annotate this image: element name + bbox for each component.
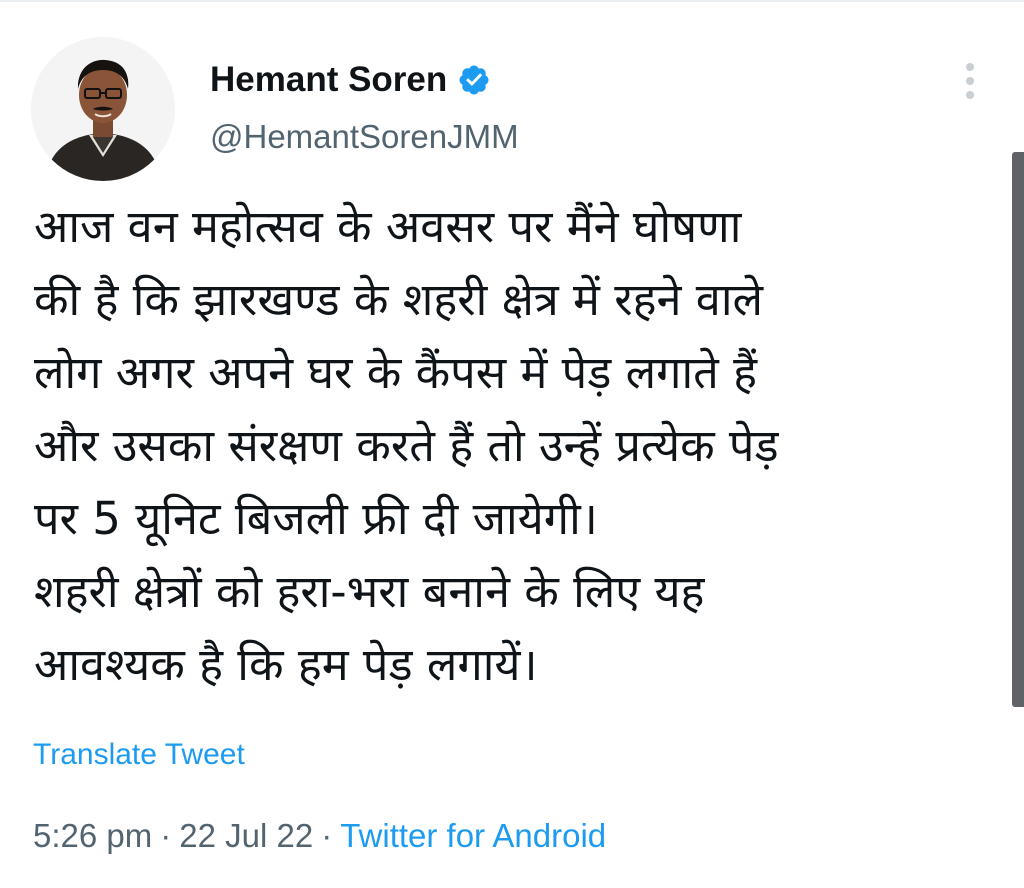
tweet-text-line: शहरी क्षेत्रों को हरा-भरा बनाने के लिए य… — [34, 565, 705, 618]
tweet-metadata: 5:26 pm · 22 Jul 22 · Twitter for Android — [33, 817, 606, 855]
meta-separator: · — [321, 817, 333, 854]
tweet-source-link[interactable]: Twitter for Android — [340, 817, 606, 854]
tweet-text-line: की है कि झारखण्ड के शहरी क्षेत्र में रहन… — [34, 273, 763, 326]
top-divider — [0, 0, 1024, 2]
author-handle[interactable]: @HemantSorenJMM — [210, 118, 519, 156]
tweet-text-line: और उसका संरक्षण करते हैं तो उन्हें प्रत्… — [34, 419, 779, 472]
tweet-time[interactable]: 5:26 pm — [33, 817, 152, 854]
avatar[interactable] — [31, 37, 175, 181]
author-display-name[interactable]: Hemant Soren — [210, 60, 447, 100]
verified-badge-icon — [457, 63, 491, 97]
tweet-text-line: आवश्यक है कि हम पेड़ लगायें। — [34, 638, 538, 691]
tweet-text-line: लोग अगर अपने घर के कैंपस में पेड़ लगाते … — [34, 346, 757, 399]
author-name-row[interactable]: Hemant Soren — [210, 58, 491, 102]
translate-tweet-link[interactable]: Translate Tweet — [33, 738, 245, 772]
avatar-image — [31, 37, 175, 181]
tweet-text-line: पर 5 यूनिट बिजली फ्री दी जायेगी। — [34, 492, 598, 545]
tweet-date[interactable]: 22 Jul 22 — [179, 817, 313, 854]
tweet-text-line: आज वन महोत्सव के अवसर पर मैंने घोषणा — [34, 200, 742, 253]
tweet-text: आज वन महोत्सव के अवसर पर मैंने घोषणा की … — [34, 190, 994, 701]
more-options-icon[interactable] — [955, 58, 985, 104]
scrollbar[interactable] — [1012, 152, 1024, 707]
meta-separator: · — [160, 817, 172, 854]
tweet-card: Hemant Soren @HemantSorenJMM आज वन महोत्… — [0, 0, 1024, 888]
